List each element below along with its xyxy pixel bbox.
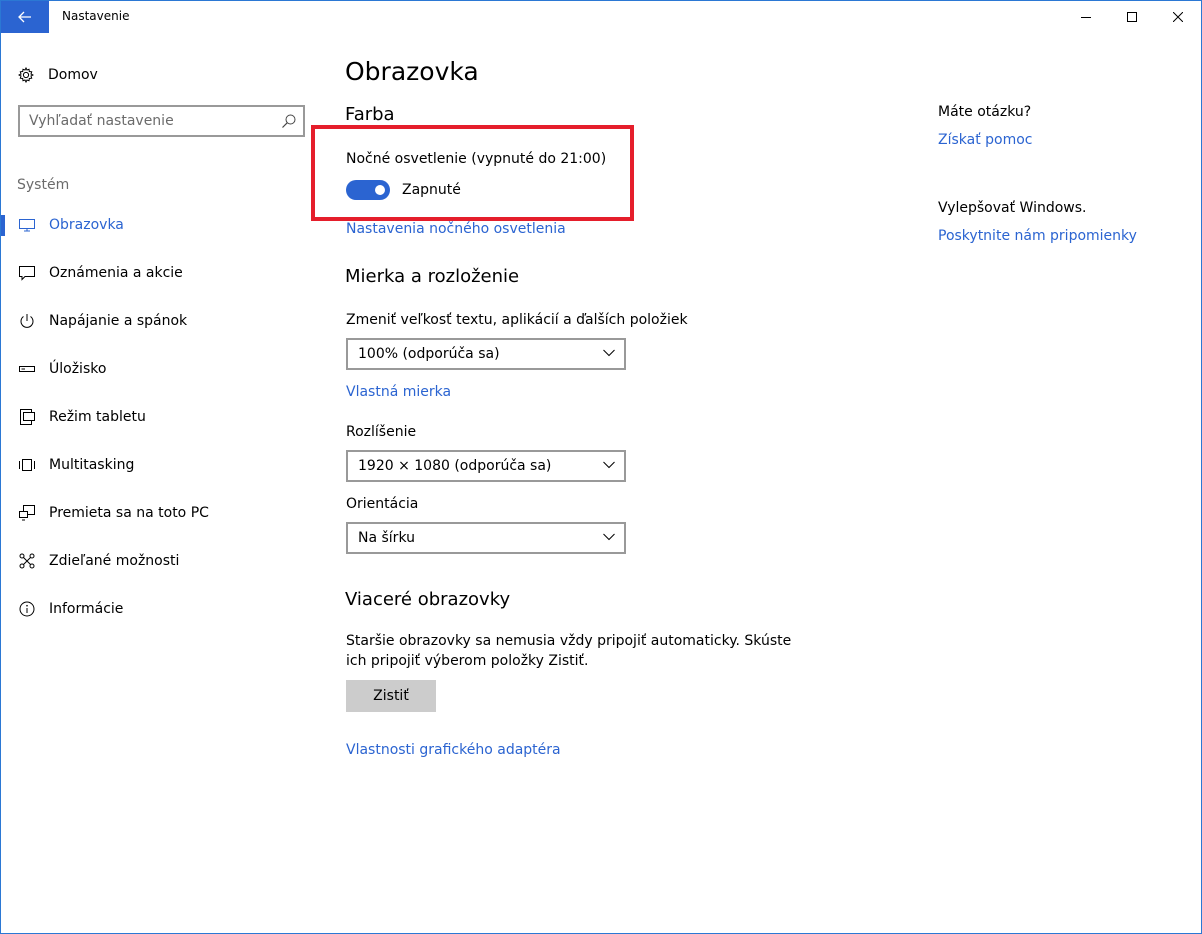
sidebar-item-display[interactable]: Obrazovka xyxy=(1,201,321,249)
home-label: Domov xyxy=(48,67,98,83)
shared-experiences-icon xyxy=(18,552,36,570)
title-bar: Nastavenie xyxy=(1,1,1201,33)
sidebar-item-label: Úložisko xyxy=(49,361,107,377)
sidebar-item-label: Obrazovka xyxy=(49,217,124,233)
resolution-dropdown[interactable]: 1920 × 1080 (odporúča sa) xyxy=(346,450,626,482)
sidebar-item-about[interactable]: Informácie xyxy=(1,585,321,633)
maximize-icon xyxy=(1127,12,1137,22)
sidebar-item-power[interactable]: Napájanie a spánok xyxy=(1,297,321,345)
custom-scale-link[interactable]: Vlastná mierka xyxy=(346,384,451,400)
close-icon xyxy=(1173,12,1183,22)
close-button[interactable] xyxy=(1155,1,1201,33)
home-link[interactable]: Domov xyxy=(18,63,98,87)
feedback-link[interactable]: Poskytnite nám pripomienky xyxy=(938,228,1137,244)
get-help-link[interactable]: Získať pomoc xyxy=(938,132,1033,148)
maximize-button[interactable] xyxy=(1109,1,1155,33)
scale-value: 100% (odporúča sa) xyxy=(358,346,500,362)
sidebar: Domov Systém Obrazovka Oznámenia a akci xyxy=(1,33,321,933)
sidebar-nav: Obrazovka Oznámenia a akcie Napájanie a … xyxy=(1,201,321,633)
tablet-icon xyxy=(18,408,36,426)
chevron-down-icon xyxy=(603,349,615,357)
minimize-icon xyxy=(1081,17,1091,18)
scale-label: Zmeniť veľkosť textu, aplikácií a ďalšíc… xyxy=(346,312,688,328)
question-label: Máte otázku? xyxy=(938,104,1032,120)
adapter-properties-link[interactable]: Vlastnosti grafického adaptéra xyxy=(346,742,561,758)
gear-icon xyxy=(18,67,34,83)
sidebar-item-tablet[interactable]: Režim tabletu xyxy=(1,393,321,441)
chevron-down-icon xyxy=(603,461,615,469)
page-title: Obrazovka xyxy=(345,57,479,86)
minimize-button[interactable] xyxy=(1063,1,1109,33)
settings-window: Nastavenie Domov Systém xyxy=(0,0,1202,934)
back-arrow-icon xyxy=(18,11,31,23)
section-label: Systém xyxy=(17,177,70,193)
scale-dropdown[interactable]: 100% (odporúča sa) xyxy=(346,338,626,370)
color-heading: Farba xyxy=(345,104,395,125)
multiple-displays-description: Staršie obrazovky sa nemusia vždy pripoj… xyxy=(346,633,792,669)
sidebar-item-label: Informácie xyxy=(49,601,124,617)
projecting-icon xyxy=(18,504,36,522)
multiple-displays-heading: Viaceré obrazovky xyxy=(345,589,511,610)
orientation-dropdown[interactable]: Na šírku xyxy=(346,522,626,554)
detect-button[interactable]: Zistiť xyxy=(346,680,436,712)
sidebar-item-label: Premieta sa na toto PC xyxy=(49,505,209,521)
search-icon[interactable] xyxy=(281,113,297,129)
sidebar-item-label: Zdieľané možnosti xyxy=(49,553,180,569)
info-icon xyxy=(18,600,36,618)
sidebar-item-shared[interactable]: Zdieľané možnosti xyxy=(1,537,321,585)
highlight-annotation xyxy=(311,125,634,221)
search-input[interactable] xyxy=(20,107,270,135)
scale-heading: Mierka a rozloženie xyxy=(345,266,520,287)
storage-icon xyxy=(18,360,36,378)
search-box[interactable] xyxy=(18,105,305,137)
sidebar-item-projecting[interactable]: Premieta sa na toto PC xyxy=(1,489,321,537)
resolution-label: Rozlíšenie xyxy=(346,424,417,440)
chevron-down-icon xyxy=(603,533,615,541)
sidebar-item-label: Režim tabletu xyxy=(49,409,146,425)
orientation-label: Orientácia xyxy=(346,496,419,512)
night-light-settings-link[interactable]: Nastavenia nočného osvetlenia xyxy=(346,221,566,237)
sidebar-item-notifications[interactable]: Oznámenia a akcie xyxy=(1,249,321,297)
multitasking-icon xyxy=(18,456,36,474)
window-title: Nastavenie xyxy=(62,9,130,23)
sidebar-item-multitasking[interactable]: Multitasking xyxy=(1,441,321,489)
sidebar-item-label: Oznámenia a akcie xyxy=(49,265,183,281)
sidebar-item-label: Multitasking xyxy=(49,457,135,473)
resolution-value: 1920 × 1080 (odporúča sa) xyxy=(358,458,552,474)
improve-windows-label: Vylepšovať Windows. xyxy=(938,200,1087,216)
sidebar-item-storage[interactable]: Úložisko xyxy=(1,345,321,393)
sidebar-item-label: Napájanie a spánok xyxy=(49,313,188,329)
orientation-value: Na šírku xyxy=(358,530,415,546)
notification-icon xyxy=(18,264,36,282)
monitor-icon xyxy=(18,216,36,234)
back-button[interactable] xyxy=(1,1,49,33)
power-icon xyxy=(18,312,36,330)
